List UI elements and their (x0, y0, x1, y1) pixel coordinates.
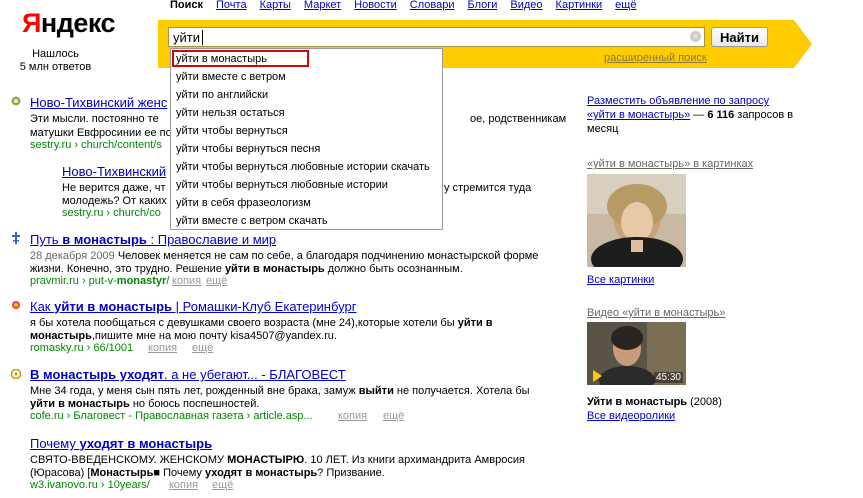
suggest-item[interactable]: уйти чтобы вернуться любовные истории (176, 179, 388, 191)
ad-query-link[interactable]: «уйти в монастырь» (587, 109, 690, 121)
result-snippet-5: Мне 34 года, у меня сын пять лет, рожден… (30, 385, 530, 397)
result-more-link-6[interactable]: ещё (212, 479, 233, 491)
site-favicon-icon (11, 96, 21, 106)
result-snippet-4-line2: монастырь,пишите мне на мою почту kisa45… (30, 330, 337, 342)
nav-images[interactable]: Картинки (556, 0, 603, 11)
video-duration: 45:30 (653, 372, 683, 383)
suggest-item[interactable]: уйти чтобы вернуться (176, 125, 288, 137)
result-url-1[interactable]: sestry.ru › church/content/s (30, 139, 162, 151)
result-snippet-3: 28 декабря 2009 Человек меняется не сам … (30, 250, 539, 262)
result-title-3[interactable]: Путь в монастырь : Православие и мир (30, 232, 276, 247)
found-count: 5 млн ответов (19, 61, 92, 73)
result-url-2[interactable]: sestry.ru › church/co (62, 207, 161, 219)
nav-mail[interactable]: Почта (216, 0, 247, 11)
yandex-logo[interactable]: Яндекс (22, 8, 116, 39)
result-copy-link-4[interactable]: копия (148, 342, 177, 354)
result-snippet-1: Эти мысли. постоянно те (30, 113, 159, 125)
suggest-item[interactable]: уйти чтобы вернуться песня (176, 143, 320, 155)
advanced-search-link[interactable]: расширенный поиск (604, 52, 707, 64)
results-count: Нашлось 5 млн ответов (18, 48, 93, 74)
nav-maps[interactable]: Карты (260, 0, 291, 11)
result-url-4[interactable]: romasky.ru › 66/1001 (30, 342, 133, 354)
suggest-item[interactable]: уйти вместе с ветром (176, 71, 286, 83)
orthodox-cross-icon (11, 232, 21, 244)
result-snippet-1-line2: матушки Евфросинии ее по (30, 127, 172, 139)
images-section-title[interactable]: «уйти в монастырь» в картинках (587, 157, 753, 171)
nav-dictionaries[interactable]: Словари (410, 0, 455, 11)
suggest-item[interactable]: уйти в монастырь (176, 53, 267, 65)
suggest-item[interactable]: уйти нельзя остаться (176, 107, 285, 119)
result-url-5[interactable]: cofe.ru › Благовест - Православная газет… (30, 410, 313, 422)
nav-news[interactable]: Новости (354, 0, 397, 11)
clear-icon[interactable]: × (690, 31, 701, 42)
result-snippet-4: я бы хотела пообщаться с девушками своег… (30, 317, 493, 329)
result-title-5[interactable]: В монастырь уходят. а не убегают... - БЛ… (30, 367, 346, 382)
result-title-2[interactable]: Ново-Тихвинский (62, 164, 166, 179)
result-snippet-6-line2: (Юрасова) [Монастырь■ Почему уходят в мо… (30, 467, 385, 479)
result-more-link-4[interactable]: ещё (192, 342, 213, 354)
result-more-link-5[interactable]: ещё (383, 410, 404, 422)
nav-video[interactable]: Видео (510, 0, 542, 11)
nav-more[interactable]: ещё (615, 0, 636, 11)
service-nav: Поиск Почта Карты Маркет Новости Словари Блоги… (170, 0, 649, 11)
ad-query-count: 6 116 (707, 109, 735, 121)
result-url-6[interactable]: w3.ivanovo.ru › 10years/ (30, 479, 150, 491)
search-input[interactable]: уйти (168, 27, 705, 47)
image-thumbnail[interactable] (587, 174, 686, 267)
nav-blogs[interactable]: Блоги (467, 0, 497, 11)
result-more-link-3[interactable]: ещё (206, 275, 227, 287)
ad-block: Разместить объявление по запросу «уйти в… (587, 95, 794, 135)
all-videos-link[interactable]: Все видеоролики (587, 409, 675, 423)
result-copy-link-6[interactable]: копия (169, 479, 198, 491)
result-snippet-3-line2: жизни. Конечно, это трудно. Решение уйти… (30, 263, 463, 275)
result-title-1[interactable]: Ново-Тихвинский женс (30, 95, 167, 110)
result-title-6[interactable]: Почему уходят в монастырь (30, 436, 212, 451)
suggest-item[interactable]: уйти по английски (176, 89, 268, 101)
place-ad-link[interactable]: Разместить объявление по запросу (587, 95, 769, 107)
result-title-4[interactable]: Как уйти в монастырь | Ромашки-Клуб Екат… (30, 299, 356, 314)
nav-market[interactable]: Маркет (304, 0, 341, 11)
result-snippet-2-line2: молодежь? От каких (62, 195, 167, 207)
result-copy-link-5[interactable]: копия (338, 410, 367, 422)
result-url-3[interactable]: pravmir.ru › put-v-monastyr/ (30, 275, 169, 287)
suggest-dropdown: уйти в монастырь уйти вместе с ветром уй… (170, 48, 443, 230)
video-caption: Уйти в монастырь (2008) (587, 396, 722, 408)
video-section-title[interactable]: Видео «уйти в монастырь» (587, 306, 725, 320)
result-snippet-2-tail: у стремится туда (444, 182, 532, 194)
video-thumbnail[interactable]: 45:30 (587, 322, 686, 385)
search-button[interactable]: Найти (711, 27, 768, 47)
suggest-item[interactable]: уйти в себя фразеологизм (176, 197, 311, 209)
nav-search: Поиск (170, 0, 204, 11)
all-images-link[interactable]: Все картинки (587, 273, 654, 287)
found-label: Нашлось (32, 48, 79, 60)
blagovest-icon (10, 368, 22, 380)
result-snippet-1-tail: ое, родственникам (470, 113, 567, 125)
result-snippet-6: СВЯТО-ВВЕДЕНСКОМУ. ЖЕНСКОМУ МОНАСТЫРЮ. 1… (30, 454, 525, 466)
flower-icon (11, 300, 21, 310)
suggest-item[interactable]: уйти вместе с ветром скачать (176, 215, 328, 227)
result-snippet-5-line2: уйти в монастырь но боюсь поспешностей. (30, 398, 260, 410)
video-title[interactable]: Уйти в монастырь (587, 396, 687, 408)
result-snippet-2: Не верится даже, чт (62, 182, 166, 194)
result-copy-link-3[interactable]: копия (172, 275, 201, 287)
suggest-item[interactable]: уйти чтобы вернуться любовные истории ск… (176, 161, 430, 173)
